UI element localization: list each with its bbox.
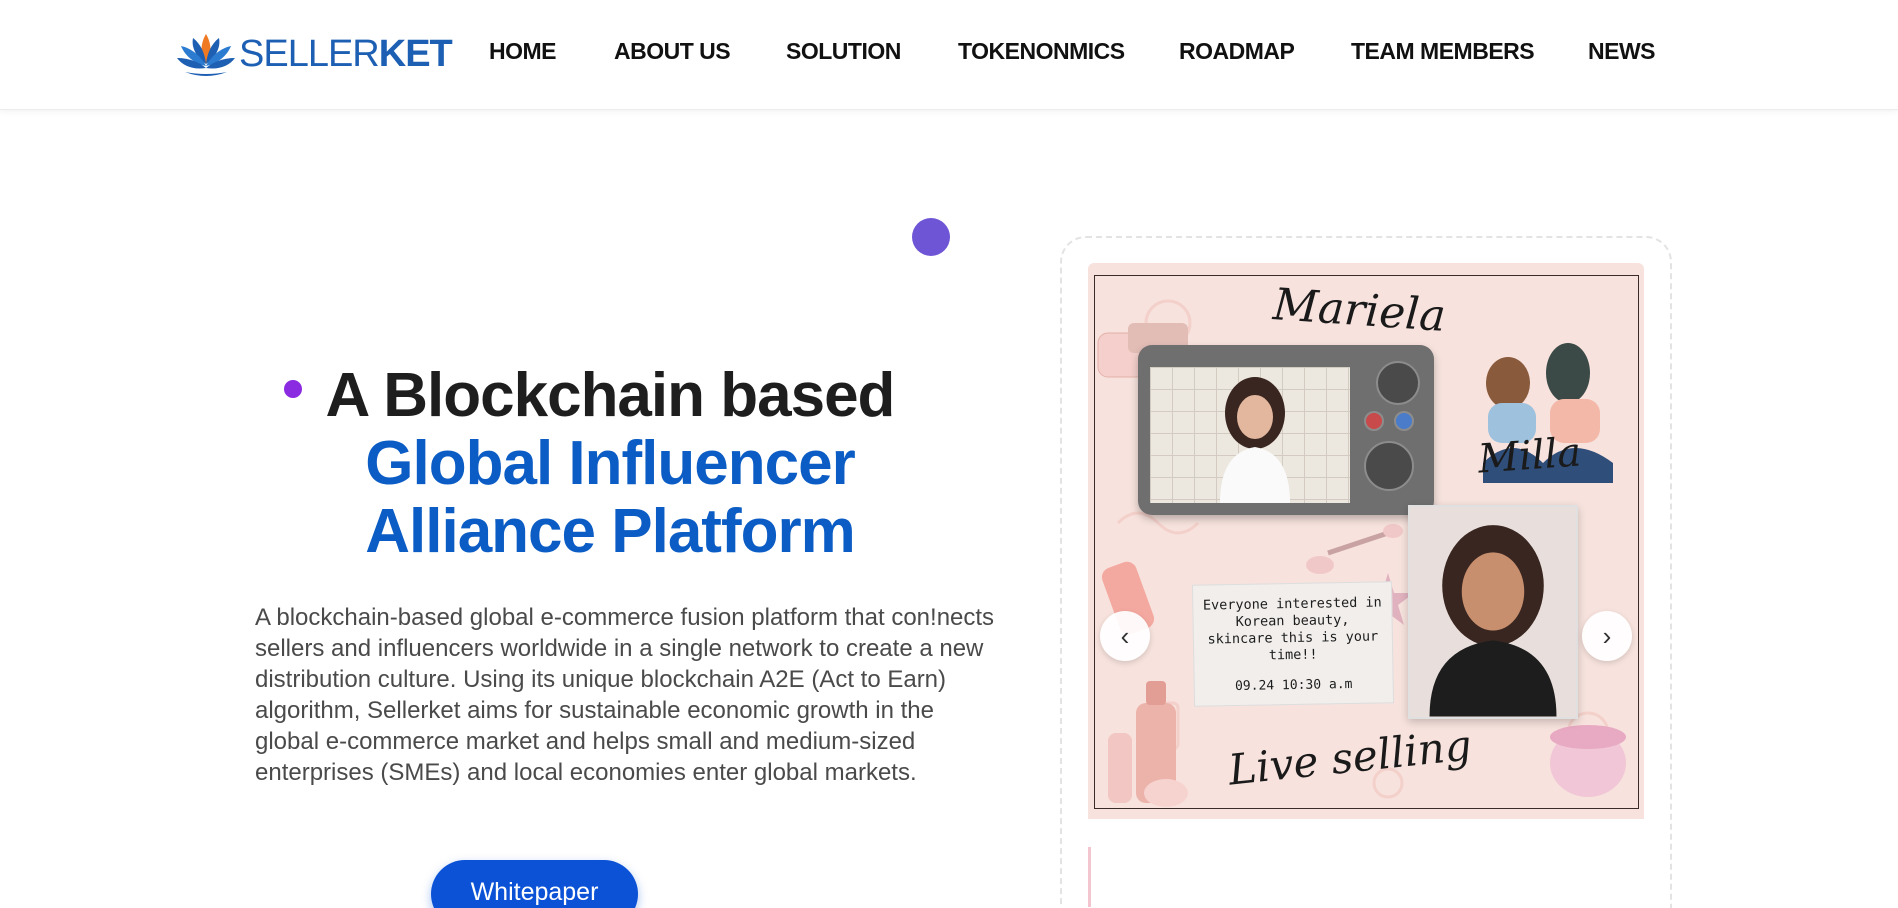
poster-note: Everyone interested in Korean beauty, sk… [1191, 581, 1395, 707]
hero-title-line3: Alliance Platform [365, 497, 855, 566]
nav-item-team-members[interactable]: TEAM MEMBERS [1351, 38, 1535, 65]
nav-item-about-us[interactable]: ABOUT US [614, 38, 731, 65]
lotus-icon [177, 34, 235, 76]
card-accent [1088, 847, 1091, 907]
slider-card: Mariela Milla Everyone interested in Kor… [1088, 263, 1644, 908]
brand-logo[interactable]: SELLERKET [175, 24, 453, 84]
poster-note-text: Everyone interested in Korean beauty, sk… [1202, 594, 1382, 664]
nav-item-tokenomics[interactable]: TOKENONMICS [958, 38, 1125, 65]
camera-screen [1150, 367, 1350, 503]
nav-item-roadmap[interactable]: ROADMAP [1179, 38, 1295, 65]
person-photo [1220, 377, 1290, 503]
poster-name-milla: Milla [1476, 429, 1583, 483]
hero-title: A Blockchain based Global Influencer All… [240, 362, 980, 566]
hero-title-line1: A Blockchain based [325, 361, 896, 430]
decorative-dot [912, 218, 950, 256]
slider-prev-button[interactable]: ‹ [1100, 611, 1150, 661]
site-header: SELLERKET HOME ABOUT US SOLUTION TOKENON… [0, 0, 1898, 110]
hero-description: A blockchain-based global e-commerce fus… [255, 604, 995, 786]
nav-item-home[interactable]: HOME [489, 38, 557, 65]
whitepaper-button[interactable]: Whitepaper [431, 860, 638, 908]
brand-name: SELLERKET [239, 32, 453, 75]
chevron-left-icon: ‹ [1120, 620, 1130, 651]
poster-note-date: 09.24 10:30 a.m [1234, 676, 1353, 695]
chevron-right-icon: › [1602, 620, 1612, 651]
camera-dial [1376, 361, 1420, 405]
hero-title-line2: Global Influencer [365, 429, 855, 498]
live-selling-poster: Mariela Milla Everyone interested in Kor… [1088, 263, 1644, 819]
nav-item-solution[interactable]: SOLUTION [786, 38, 901, 65]
nav-item-news[interactable]: NEWS [1588, 38, 1656, 65]
person-photo-2 [1408, 505, 1578, 719]
slider-next-button[interactable]: › [1582, 611, 1632, 661]
camera-frame [1138, 345, 1434, 515]
